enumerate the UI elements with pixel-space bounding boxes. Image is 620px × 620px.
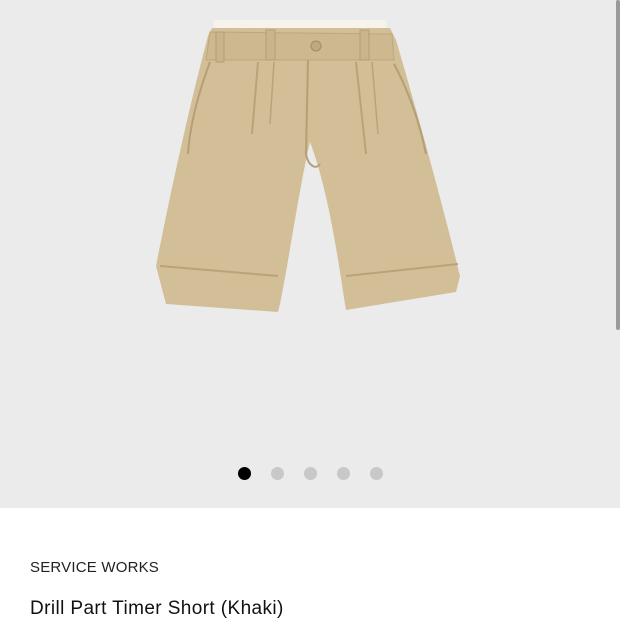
image-gallery[interactable] [0, 0, 620, 508]
carousel-dot-4[interactable] [336, 467, 350, 480]
carousel-dot-3[interactable] [303, 467, 317, 480]
carousel-pagination [0, 467, 620, 480]
carousel-dot-1[interactable] [237, 467, 251, 480]
carousel-dot-2[interactable] [270, 467, 284, 480]
brand-name[interactable]: SERVICE WORKS [30, 559, 159, 576]
product-image [156, 20, 460, 312]
product-info: SERVICE WORKS Drill Part Timer Short (Kh… [0, 508, 620, 620]
product-title: Drill Part Timer Short (Khaki) [30, 598, 284, 619]
product-page: SERVICE WORKS Drill Part Timer Short (Kh… [0, 0, 620, 620]
scrollbar[interactable] [616, 0, 620, 330]
carousel-dot-5[interactable] [369, 467, 383, 480]
